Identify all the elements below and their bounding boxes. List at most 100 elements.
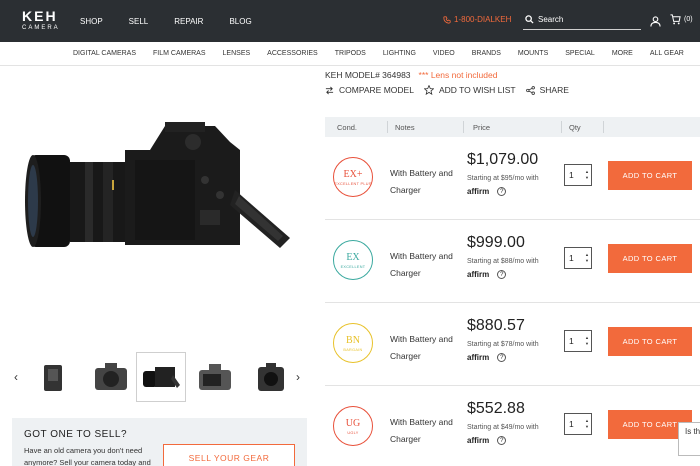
product-image[interactable] <box>25 120 300 260</box>
thumbnail-strip: ‹ › <box>14 352 304 404</box>
header-cond: Cond. <box>337 123 358 132</box>
cat-more[interactable]: MORE <box>612 50 633 57</box>
row-price: $552.88 <box>467 400 525 417</box>
sell-your-gear-button[interactable]: SELL YOUR GEAR <box>163 444 295 466</box>
cart-icon <box>670 14 681 25</box>
compare-icon <box>325 86 334 94</box>
cat-brands[interactable]: BRANDS <box>472 50 501 57</box>
lens-warning: *** Lens not included <box>418 70 498 80</box>
nav-sell[interactable]: SELL <box>129 17 149 26</box>
add-to-cart-button[interactable]: ADD TO CART <box>608 244 692 273</box>
search-icon <box>525 15 534 24</box>
row-financing: Starting at $95/mo with <box>467 175 539 182</box>
cart-count: (0) <box>684 16 693 23</box>
affirm-logo: affirm? <box>467 187 507 196</box>
cat-mounts[interactable]: MOUNTS <box>518 50 548 57</box>
condition-badge: UG UGLY <box>333 406 373 446</box>
quantity-stepper[interactable]: 1 ▲ ▼ <box>564 413 592 435</box>
sell-promo: GOT ONE TO SELL? Have an old camera you … <box>12 418 307 466</box>
chat-popup[interactable]: Is th you <box>678 422 700 456</box>
help-icon[interactable]: ? <box>497 353 507 362</box>
nav-blog[interactable]: BLOG <box>229 17 251 26</box>
share-icon <box>525 85 535 95</box>
cat-all-gear[interactable]: ALL GEAR <box>650 50 684 57</box>
account-button[interactable] <box>650 14 661 32</box>
condition-badge: BN BARGAIN <box>333 323 373 363</box>
nav-shop[interactable]: SHOP <box>80 17 103 26</box>
spinner-arrows-icon[interactable]: ▲ ▼ <box>585 169 589 181</box>
row-financing: Starting at $88/mo with <box>467 258 539 265</box>
quantity-stepper[interactable]: 1 ▲ ▼ <box>564 247 592 269</box>
affirm-logo: affirm? <box>467 270 507 279</box>
table-row: BN BARGAIN With Battery and Charger $880… <box>325 303 700 386</box>
sell-title: GOT ONE TO SELL? <box>24 429 128 440</box>
row-price: $1,079.00 <box>467 151 539 168</box>
row-notes: With Battery and Charger <box>390 251 453 278</box>
chevron-right-icon[interactable]: › <box>296 370 300 384</box>
chevron-left-icon[interactable]: ‹ <box>14 370 18 384</box>
row-notes: With Battery and Charger <box>390 417 453 444</box>
condition-table-header: Cond. Notes Price Qty <box>325 117 700 137</box>
add-to-cart-button[interactable]: ADD TO CART <box>608 161 692 190</box>
thumbnail[interactable] <box>28 352 78 402</box>
thumbnail-active[interactable] <box>136 352 186 402</box>
row-price: $880.57 <box>467 317 525 334</box>
spinner-arrows-icon[interactable]: ▲ ▼ <box>585 252 589 264</box>
logo-subtext: CAMERA <box>22 25 60 31</box>
affirm-logo: affirm? <box>467 436 507 445</box>
add-to-wish-list-button[interactable]: ADD TO WISH LIST <box>423 85 516 95</box>
add-to-cart-button[interactable]: ADD TO CART <box>608 327 692 356</box>
row-notes: With Battery and Charger <box>390 334 453 361</box>
thumbnail[interactable] <box>190 352 240 402</box>
top-header: KEH CAMERA SHOP SELL REPAIR BLOG 1-800-D… <box>0 0 700 42</box>
spinner-arrows-icon[interactable]: ▲ ▼ <box>585 335 589 347</box>
cart-button[interactable]: (0) <box>670 14 693 25</box>
keh-logo[interactable]: KEH CAMERA <box>22 9 60 31</box>
compare-model-button[interactable]: COMPARE MODEL <box>325 85 414 95</box>
share-button[interactable]: SHARE <box>525 85 569 95</box>
row-financing: Starting at $49/mo with <box>467 424 539 431</box>
quantity-stepper[interactable]: 1 ▲ ▼ <box>564 164 592 186</box>
header-notes: Notes <box>395 123 415 132</box>
row-notes: With Battery and Charger <box>390 168 453 195</box>
condition-badge: EX EXCELLENT <box>333 240 373 280</box>
search-input[interactable] <box>538 15 638 24</box>
help-icon[interactable]: ? <box>497 436 507 445</box>
sell-text: Have an old camera you don't need anymor… <box>24 446 151 466</box>
quantity-stepper[interactable]: 1 ▲ ▼ <box>564 330 592 352</box>
cat-video[interactable]: VIDEO <box>433 50 455 57</box>
logo-text: KEH <box>22 8 58 24</box>
thumbnail[interactable] <box>86 352 136 402</box>
spinner-arrows-icon[interactable]: ▲ ▼ <box>585 418 589 430</box>
row-financing: Starting at $78/mo with <box>467 341 539 348</box>
header-qty: Qty <box>569 123 581 132</box>
star-icon <box>423 85 434 95</box>
user-icon <box>650 16 661 27</box>
model-number: KEH MODEL# 364983 <box>325 70 411 80</box>
category-nav: DIGITAL CAMERAS FILM CAMERAS LENSES ACCE… <box>0 42 700 66</box>
thumbnail[interactable] <box>246 352 296 402</box>
row-price: $999.00 <box>467 234 525 251</box>
nav-repair[interactable]: REPAIR <box>174 17 203 26</box>
table-row: EX+ EXCELLENT PLUS With Battery and Char… <box>325 137 700 220</box>
help-icon[interactable]: ? <box>497 187 507 196</box>
cat-tripods[interactable]: TRIPODS <box>335 50 366 57</box>
condition-badge: EX+ EXCELLENT PLUS <box>333 157 373 197</box>
cat-lighting[interactable]: LIGHTING <box>383 50 416 57</box>
cat-lenses[interactable]: LENSES <box>223 50 251 57</box>
table-row: UG UGLY With Battery and Charger $552.88… <box>325 386 700 466</box>
phone-number: 1-800-DIALKEH <box>454 15 512 24</box>
search-bar <box>523 10 641 30</box>
phone-link[interactable]: 1-800-DIALKEH <box>443 15 511 24</box>
cat-film-cameras[interactable]: FILM CAMERAS <box>153 50 206 57</box>
help-icon[interactable]: ? <box>497 270 507 279</box>
table-row: EX EXCELLENT With Battery and Charger $9… <box>325 220 700 303</box>
cat-special[interactable]: SPECIAL <box>565 50 595 57</box>
phone-icon <box>443 15 451 24</box>
cat-digital-cameras[interactable]: DIGITAL CAMERAS <box>73 50 136 57</box>
header-price: Price <box>473 123 491 132</box>
cat-accessories[interactable]: ACCESSORIES <box>267 50 318 57</box>
model-line: KEH MODEL# 364983 *** Lens not included <box>325 70 497 80</box>
product-actions: COMPARE MODEL ADD TO WISH LIST SHARE <box>325 85 579 95</box>
main-nav: SHOP SELL REPAIR BLOG <box>80 0 278 42</box>
